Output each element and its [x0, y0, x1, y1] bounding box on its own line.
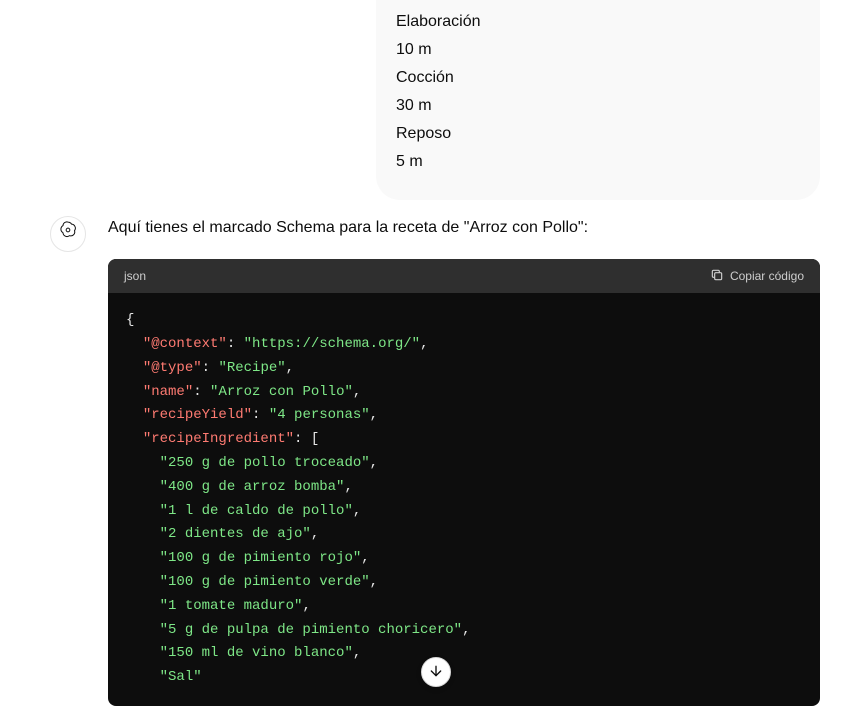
code-block: json Copiar código { "@context": "https:…	[108, 259, 820, 706]
json-ingredient: "400 g de arroz bomba"	[160, 479, 345, 495]
rest-value: 5 m	[396, 150, 800, 174]
code-language-label: json	[124, 267, 146, 285]
json-ingredient: "250 g de pollo troceado"	[160, 455, 370, 471]
clipboard-icon	[710, 268, 724, 285]
json-ingredient: "1 tomate maduro"	[160, 598, 303, 614]
assistant-content: Aquí tienes el marcado Schema para la re…	[108, 214, 820, 706]
code-header: json Copiar código	[108, 259, 820, 293]
cook-value: 30 m	[396, 94, 800, 118]
json-key-yield: "recipeYield"	[143, 407, 252, 423]
json-ingredient: "100 g de pimiento rojo"	[160, 550, 362, 566]
rest-label: Reposo	[396, 122, 800, 146]
json-key-name: "name"	[143, 384, 193, 400]
arrow-down-icon	[428, 663, 444, 682]
json-val-type: "Recipe"	[218, 360, 285, 376]
recipe-time-card: Elaboración 10 m Cocción 30 m Reposo 5 m	[376, 0, 820, 200]
json-ingredient: "100 g de pimiento verde"	[160, 574, 370, 590]
copy-code-button[interactable]: Copiar código	[710, 268, 804, 285]
json-ingredient: "1 l de caldo de pollo"	[160, 503, 353, 519]
assistant-intro-text: Aquí tienes el marcado Schema para la re…	[108, 214, 820, 241]
json-val-context: "https://schema.org/"	[244, 336, 420, 352]
json-val-name: "Arroz con Pollo"	[210, 384, 353, 400]
json-ingredient: "Sal"	[160, 669, 202, 685]
json-ingredient: "2 dientes de ajo"	[160, 526, 311, 542]
copy-code-label: Copiar código	[730, 269, 804, 283]
prep-value: 10 m	[396, 38, 800, 62]
prep-label: Elaboración	[396, 10, 800, 34]
assistant-avatar	[50, 216, 86, 252]
json-ingredient: "150 ml de vino blanco"	[160, 645, 353, 661]
json-val-yield: "4 personas"	[269, 407, 370, 423]
json-key-ingredients: "recipeIngredient"	[143, 431, 294, 447]
json-ingredient: "5 g de pulpa de pimiento choricero"	[160, 622, 462, 638]
openai-logo-icon	[58, 220, 78, 248]
cook-label: Cocción	[396, 66, 800, 90]
assistant-message: Aquí tienes el marcado Schema para la re…	[50, 214, 820, 706]
json-key-context: "@context"	[143, 336, 227, 352]
code-body[interactable]: { "@context": "https://schema.org/", "@t…	[108, 293, 820, 706]
scroll-to-bottom-button[interactable]	[421, 657, 451, 687]
json-key-type: "@type"	[143, 360, 202, 376]
